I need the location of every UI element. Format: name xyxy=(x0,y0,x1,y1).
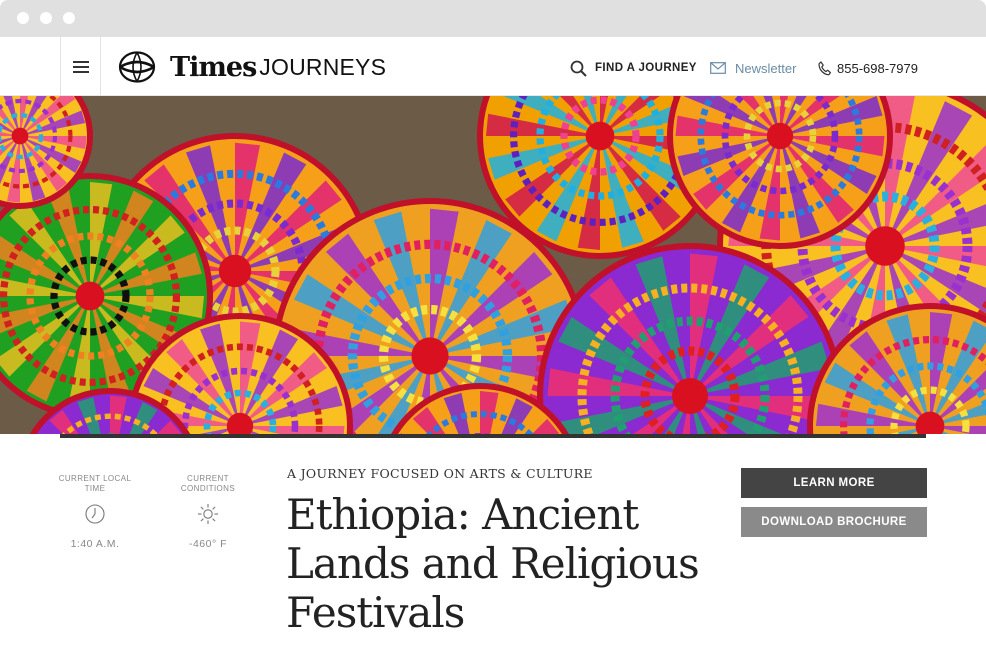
window-dot xyxy=(40,12,52,24)
phone-number: 855-698-7979 xyxy=(837,60,918,76)
window-dot xyxy=(17,12,29,24)
site-logo[interactable]: Times JOURNEYS xyxy=(118,49,386,85)
local-time-label: CURRENT LOCAL TIME xyxy=(58,474,132,493)
newsletter-label: Newsletter xyxy=(735,60,797,76)
phone-icon xyxy=(818,60,831,75)
hero-divider xyxy=(60,434,926,438)
clock-icon xyxy=(85,504,105,524)
globe-icon xyxy=(118,51,156,83)
journey-kicker: A JOURNEY FOCUSED ON ARTS & CULTURE xyxy=(287,466,593,481)
conditions-label: CURRENT CONDITIONS xyxy=(180,474,236,493)
find-journey-link[interactable]: FIND A JOURNEY xyxy=(570,59,697,77)
logo-times: Times xyxy=(170,51,257,83)
local-time-value: 1:40 A.M. xyxy=(70,538,120,550)
phone-link[interactable]: 855-698-7979 xyxy=(818,59,918,77)
site-header: Times JOURNEYS FIND A JOURNEY Newsletter… xyxy=(0,37,986,96)
browser-chrome xyxy=(0,0,986,37)
menu-button[interactable] xyxy=(60,37,101,96)
window-dot xyxy=(63,12,75,24)
local-time-widget: CURRENT LOCAL TIME 1:40 A.M. xyxy=(55,474,135,550)
find-journey-label: FIND A JOURNEY xyxy=(595,62,697,74)
learn-more-button[interactable]: LEARN MORE xyxy=(741,468,927,498)
conditions-widget: CURRENT CONDITIONS -460° F xyxy=(168,474,248,550)
woven-baskets-image xyxy=(0,96,986,434)
sun-icon xyxy=(198,504,218,524)
hero-image xyxy=(0,96,986,434)
download-brochure-button[interactable]: DOWNLOAD BROCHURE xyxy=(741,507,927,537)
search-icon xyxy=(570,60,587,77)
logo-journeys: JOURNEYS xyxy=(259,53,387,80)
conditions-value: -460° F xyxy=(188,538,228,550)
newsletter-link[interactable]: Newsletter xyxy=(710,59,796,77)
envelope-icon xyxy=(710,62,726,74)
journey-title: Ethiopia: Ancient Lands and Religious Fe… xyxy=(286,490,700,637)
menu-icon xyxy=(72,60,89,73)
